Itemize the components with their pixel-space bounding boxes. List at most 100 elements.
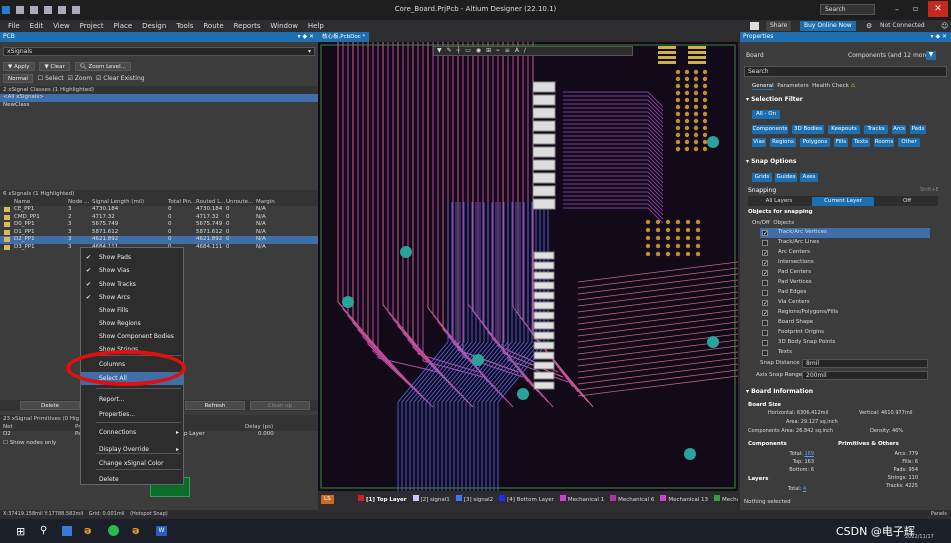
snap-object-row[interactable]: Intersections: [760, 258, 930, 269]
menu-design[interactable]: Design: [142, 20, 166, 32]
layer-tab[interactable]: [3] signal2: [455, 495, 493, 503]
prim-col-net[interactable]: Net: [3, 423, 13, 431]
menu-project[interactable]: Project: [80, 20, 104, 32]
guides-button[interactable]: Guides: [775, 173, 797, 182]
active-bar-toolbar[interactable]: ▼✎┼▭◉⊞⌁≡A∕: [433, 46, 633, 56]
menu-item-connections[interactable]: Connections: [81, 426, 183, 439]
menu-item-show-vias[interactable]: Show Vias: [81, 264, 183, 277]
snap-object-checkbox[interactable]: [762, 350, 768, 356]
signal-row[interactable]: D0_PP1 3 5675.749 0 5675.749 0 N/A: [0, 221, 318, 229]
filter-pill-polygons[interactable]: Polygons: [800, 138, 830, 147]
panel-pin-icon[interactable]: ▾ ◆ ✕: [298, 32, 318, 42]
snap-distance-input[interactable]: 8mil: [802, 359, 928, 368]
col-name[interactable]: Name: [14, 198, 30, 206]
layer-set-button[interactable]: LS: [321, 495, 334, 504]
snap-object-checkbox[interactable]: [762, 259, 768, 269]
select-checkbox[interactable]: ☐ Select: [38, 75, 64, 82]
snap-object-row[interactable]: Track/Arc Lines: [760, 238, 930, 248]
snap-all-layers[interactable]: All Layers: [748, 196, 810, 206]
snap-object-checkbox[interactable]: [762, 299, 768, 309]
snap-object-checkbox[interactable]: [762, 280, 768, 286]
filter-pill-tracks[interactable]: Tracks: [864, 125, 888, 134]
snap-object-row[interactable]: Board Shape: [760, 318, 930, 328]
properties-search[interactable]: Search: [744, 66, 947, 77]
snap-object-checkbox[interactable]: [762, 330, 768, 336]
menu-item-show-pads[interactable]: Show Pads: [81, 251, 183, 264]
not-connected-label[interactable]: Not Connected: [880, 21, 925, 31]
share-button[interactable]: Share: [766, 21, 792, 31]
doc-tab-pcbdoc[interactable]: 核心板.PcbDoc *: [318, 32, 370, 42]
tab-general[interactable]: General: [752, 83, 774, 90]
col-routed[interactable]: Routed L...: [196, 198, 226, 206]
snap-object-checkbox[interactable]: [762, 290, 768, 296]
filter-pill-vias[interactable]: Vias: [752, 138, 766, 147]
components-filter[interactable]: Components (and 12 more): [848, 52, 931, 59]
file-explorer-icon[interactable]: [62, 526, 72, 536]
menu-view[interactable]: View: [53, 20, 70, 32]
search-box[interactable]: Search: [820, 4, 875, 15]
wechat-icon[interactable]: [108, 525, 119, 536]
filter-icon[interactable]: ▼: [926, 51, 936, 60]
panels-button[interactable]: Panels: [931, 510, 947, 519]
menu-route[interactable]: Route: [203, 20, 223, 32]
pcb-canvas[interactable]: ▼✎┼▭◉⊞⌁≡A∕: [318, 42, 738, 491]
signal-color-swatch[interactable]: [4, 237, 10, 242]
menu-item-properties[interactable]: Properties...: [81, 408, 183, 421]
col-node[interactable]: Node ...: [68, 198, 89, 206]
col-signal-length[interactable]: Signal Length (mil): [92, 198, 144, 206]
word-icon[interactable]: W: [156, 526, 167, 536]
signal-color-swatch[interactable]: [4, 214, 10, 220]
gear-icon[interactable]: ⚙: [866, 21, 872, 31]
snap-object-row[interactable]: Pad Edges: [760, 288, 930, 298]
col-total-pin[interactable]: Total Pin...: [168, 198, 196, 206]
snap-object-row[interactable]: Pad Centers: [760, 268, 930, 279]
layer-tab[interactable]: Mechanical 15: [714, 495, 738, 503]
cleanup-button[interactable]: Clean up: [250, 401, 310, 410]
snap-object-row[interactable]: Track/Arc Vertices: [760, 228, 930, 239]
filter-pill-keepouts[interactable]: Keepouts: [828, 125, 860, 134]
tab-health-check[interactable]: Health Check: [812, 83, 849, 89]
all-on-button[interactable]: All - On: [752, 110, 780, 119]
snap-object-row[interactable]: Footprint Origins: [760, 328, 930, 338]
clear-button[interactable]: ▼ Clear: [39, 62, 70, 71]
layers-total-link[interactable]: 4: [803, 486, 806, 492]
prim-col-delay[interactable]: Delay (ps): [245, 423, 273, 431]
menu-window[interactable]: Window: [270, 20, 298, 32]
snap-object-row[interactable]: Texts: [760, 348, 930, 358]
zoom-level-button[interactable]: 🔍︎ Zoom Level...: [74, 62, 131, 71]
menu-edit[interactable]: Edit: [30, 20, 44, 32]
filter-pill-arcs[interactable]: Arcs: [892, 125, 906, 134]
altium-taskbar-icon[interactable]: ə: [84, 524, 91, 537]
user-icon[interactable]: ☺: [941, 21, 948, 31]
snap-object-row[interactable]: Via Centers: [760, 298, 930, 309]
snap-object-row[interactable]: Regions/Polygons/Fills: [760, 308, 930, 319]
board-info-title[interactable]: ▾ Board Information: [746, 388, 813, 395]
snap-object-checkbox[interactable]: [762, 269, 768, 279]
menu-help[interactable]: Help: [308, 20, 324, 32]
layer-tab[interactable]: [2] signal1: [412, 495, 450, 503]
filter-pill-texts[interactable]: Texts: [852, 138, 870, 147]
signal-color-swatch[interactable]: [4, 207, 10, 212]
menu-reports[interactable]: Reports: [234, 20, 261, 32]
col-unrouted[interactable]: Unroute...: [226, 198, 253, 206]
minimize-button[interactable]: –: [895, 5, 899, 14]
filter-pill-other[interactable]: Other: [898, 138, 920, 147]
filter-pill-regions[interactable]: Regions: [770, 138, 796, 147]
panel-pin-icon[interactable]: ▾ ◆ ✕: [931, 32, 951, 42]
snap-object-checkbox[interactable]: [762, 249, 768, 259]
close-button[interactable]: ✕: [928, 1, 948, 17]
layer-tab[interactable]: [4] Bottom Layer: [499, 495, 554, 503]
comp-total-link[interactable]: 169: [804, 451, 814, 457]
snap-options-title[interactable]: ▾ Snap Options: [746, 158, 796, 165]
screen-icon[interactable]: [750, 22, 759, 30]
buy-online-button[interactable]: Buy Online Now: [800, 21, 856, 31]
axes-button[interactable]: Axes: [800, 173, 818, 182]
menu-file[interactable]: File: [8, 20, 20, 32]
menu-item-show-component-bodies[interactable]: Show Component Bodies: [81, 330, 183, 343]
menu-item-show-arcs[interactable]: Show Arcs: [81, 291, 183, 304]
layer-tab[interactable]: Mechanical 13: [660, 495, 708, 503]
search-icon[interactable]: ⚲: [40, 525, 47, 536]
menu-tools[interactable]: Tools: [176, 20, 193, 32]
filter-pill-components[interactable]: Components: [752, 125, 788, 134]
filter-pill-fills[interactable]: Fills: [834, 138, 848, 147]
